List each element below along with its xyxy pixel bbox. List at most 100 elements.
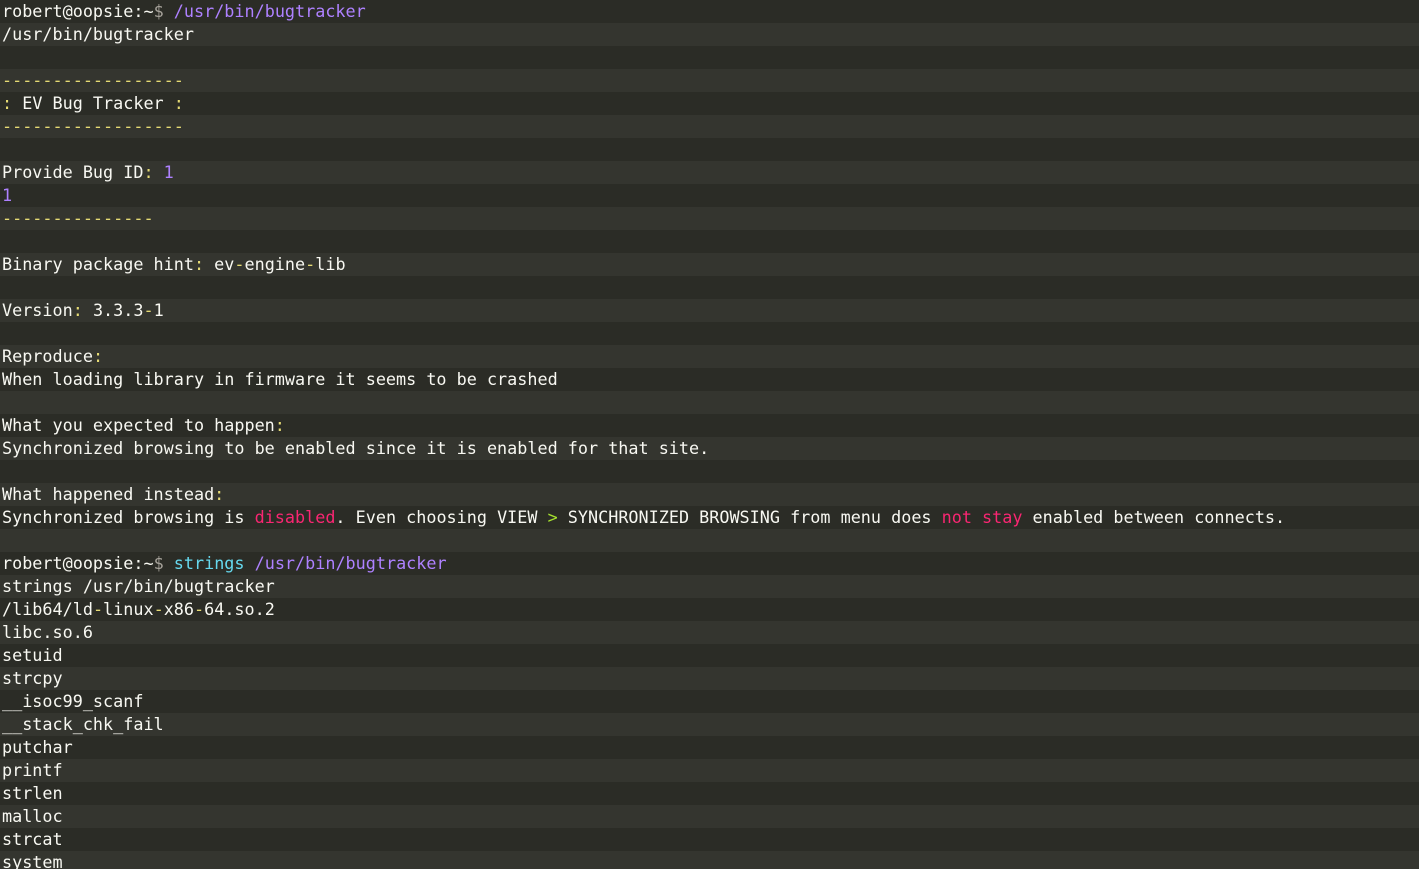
terminal-text-default: What you expected to happen — [2, 415, 275, 435]
terminal-line: Provide Bug ID: 1 — [0, 161, 1419, 184]
terminal-line: /lib64/ld-linux-x86-64.so.2 — [0, 598, 1419, 621]
terminal-text-num: 1 — [2, 185, 13, 205]
terminal-text-default: engine — [244, 254, 306, 274]
terminal-line: system — [0, 851, 1419, 869]
terminal-text-default: __stack_chk_fail — [2, 714, 164, 734]
terminal-text-punct: : — [2, 93, 13, 113]
terminal-text-default: system — [2, 852, 63, 869]
terminal-line: Reproduce: — [0, 345, 1419, 368]
terminal-line: What happened instead: — [0, 483, 1419, 506]
terminal-text-default: 1 — [153, 300, 164, 320]
terminal-text-default: /usr/bin/bugtracker — [2, 24, 194, 44]
terminal-line — [0, 138, 1419, 161]
terminal-line: Synchronized browsing is disabled. Even … — [0, 506, 1419, 529]
terminal-text-default: Provide Bug ID — [2, 162, 144, 182]
terminal-text-default: . Even choosing VIEW — [335, 507, 548, 527]
terminal-output: robert@oopsie:~$ /usr/bin/bugtracker/usr… — [0, 0, 1419, 869]
terminal-text-default: Version — [2, 300, 73, 320]
terminal-line: strings /usr/bin/bugtracker — [0, 575, 1419, 598]
terminal-text-default: putchar — [2, 737, 73, 757]
terminal-line: strlen — [0, 782, 1419, 805]
terminal-text-default: strlen — [2, 783, 63, 803]
terminal-line — [0, 276, 1419, 299]
terminal-text-default: strings /usr/bin/bugtracker — [2, 576, 275, 596]
terminal-text-punct: : — [72, 300, 83, 320]
terminal-line — [0, 529, 1419, 552]
terminal-text-dash: ------------------ — [2, 116, 184, 136]
terminal-text-punct: - — [143, 300, 154, 320]
terminal-text-dash: --------------- — [2, 208, 154, 228]
terminal-line: --------------- — [0, 207, 1419, 230]
terminal-text-default: Synchronized browsing is — [2, 507, 255, 527]
terminal-line: 1 — [0, 184, 1419, 207]
terminal-text-gt: > — [547, 507, 558, 527]
terminal-text-red: not stay — [941, 507, 1023, 527]
terminal-line: ------------------ — [0, 69, 1419, 92]
terminal-line: strcat — [0, 828, 1419, 851]
terminal-text-punct: : — [193, 254, 205, 274]
terminal-text-default: ev — [204, 254, 235, 274]
terminal-text-cmd: /usr/bin/bugtracker — [173, 1, 366, 21]
terminal-text-punct: : — [274, 415, 285, 435]
terminal-text-default: 3.3.3 — [82, 300, 144, 320]
terminal-text-default: Binary package hint — [2, 254, 194, 274]
terminal-line — [0, 460, 1419, 483]
terminal-text-cmd: /usr/bin/bugtracker — [244, 553, 447, 573]
terminal-text-default: lib — [315, 254, 346, 274]
terminal-window[interactable]: robert@oopsie:~$ /usr/bin/bugtracker/usr… — [0, 0, 1419, 869]
terminal-text-default: libc.so.6 — [2, 622, 93, 642]
terminal-line — [0, 322, 1419, 345]
terminal-text-punct: - — [234, 254, 245, 274]
terminal-line: setuid — [0, 644, 1419, 667]
terminal-line: What you expected to happen: — [0, 414, 1419, 437]
terminal-text-punct: : — [143, 162, 154, 182]
terminal-text-default: malloc — [2, 806, 63, 826]
terminal-line: /usr/bin/bugtracker — [0, 23, 1419, 46]
terminal-text-default: /lib64/ld — [2, 599, 93, 619]
terminal-line — [0, 230, 1419, 253]
terminal-text-default: enabled between connects. — [1022, 507, 1286, 527]
terminal-text-red: disabled — [254, 507, 336, 527]
terminal-text-punct: : — [214, 484, 225, 504]
terminal-text-prompt: robert@oopsie:~ — [2, 553, 154, 573]
terminal-text-default: Synchronized browsing to be enabled sinc… — [2, 438, 710, 458]
terminal-text-punct: - — [305, 254, 316, 274]
terminal-text-ps: $ — [153, 553, 174, 573]
terminal-line: malloc — [0, 805, 1419, 828]
terminal-text-default: linux — [103, 599, 154, 619]
terminal-line: Synchronized browsing to be enabled sinc… — [0, 437, 1419, 460]
terminal-line: ------------------ — [0, 115, 1419, 138]
terminal-line — [0, 46, 1419, 69]
terminal-text-punct: - — [153, 599, 164, 619]
terminal-line: robert@oopsie:~$ strings /usr/bin/bugtra… — [0, 552, 1419, 575]
terminal-text-default — [154, 162, 164, 182]
terminal-text-default: EV Bug Tracker — [12, 93, 174, 113]
terminal-line: Version: 3.3.3-1 — [0, 299, 1419, 322]
terminal-text-default: Reproduce — [2, 346, 93, 366]
terminal-line: Binary package hint: ev-engine-lib — [0, 253, 1419, 276]
terminal-line: : EV Bug Tracker : — [0, 92, 1419, 115]
terminal-text-prompt: robert@oopsie:~ — [2, 1, 154, 21]
terminal-text-default: strcpy — [2, 668, 63, 688]
terminal-text-default: setuid — [2, 645, 63, 665]
terminal-line: __stack_chk_fail — [0, 713, 1419, 736]
terminal-text-punct: : — [173, 93, 184, 113]
terminal-line: strcpy — [0, 667, 1419, 690]
terminal-line: printf — [0, 759, 1419, 782]
terminal-text-punct: - — [92, 599, 104, 619]
terminal-text-default: What happened instead — [2, 484, 215, 504]
terminal-text-default: x86 — [163, 599, 194, 619]
terminal-text-default: 64.so.2 — [204, 599, 275, 619]
terminal-text-num: 1 — [163, 162, 174, 182]
terminal-line: libc.so.6 — [0, 621, 1419, 644]
terminal-text-punct: : — [92, 346, 104, 366]
terminal-line: __isoc99_scanf — [0, 690, 1419, 713]
terminal-line: putchar — [0, 736, 1419, 759]
terminal-text-default: __isoc99_scanf — [2, 691, 144, 711]
terminal-text-cmd2: strings — [173, 553, 245, 573]
terminal-line: When loading library in firmware it seem… — [0, 368, 1419, 391]
terminal-line: robert@oopsie:~$ /usr/bin/bugtracker — [0, 0, 1419, 23]
terminal-text-default: When loading library in firmware it seem… — [2, 369, 558, 389]
terminal-text-punct: - — [194, 599, 205, 619]
terminal-text-default: printf — [2, 760, 63, 780]
